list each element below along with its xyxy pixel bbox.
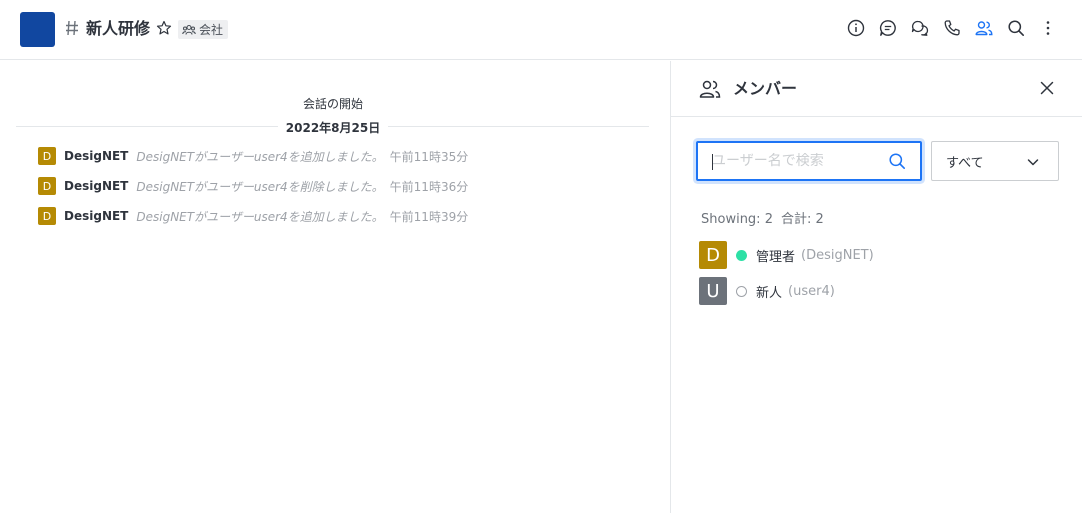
room-avatar[interactable]	[20, 12, 55, 47]
members-button[interactable]	[974, 17, 994, 39]
message-list[interactable]: 会話の開始 2022年8月25日 D DesigNET DesigNETがユーザ…	[0, 61, 670, 513]
close-icon	[1040, 81, 1054, 95]
member-avatar[interactable]: D	[699, 241, 727, 269]
message-text: DesigNETがユーザーuser4を削除しました。	[136, 179, 384, 194]
header-toolbar	[846, 17, 1058, 39]
members-icon	[699, 80, 721, 98]
chevron-down-icon	[1027, 159, 1039, 166]
members-panel: メンバー すべて Showing: 2 合計: 2 D 管理者 (DesigNET…	[670, 61, 1082, 513]
message-username[interactable]: DesigNET	[64, 179, 128, 193]
message-username[interactable]: DesigNET	[64, 149, 128, 163]
message-text: DesigNETがユーザーuser4を追加しました。	[136, 149, 384, 164]
date-divider-label: 2022年8月25日	[0, 119, 666, 136]
member-search-input[interactable]	[712, 153, 882, 169]
discussion-icon	[911, 20, 929, 36]
status-filter-value: すべて	[946, 155, 984, 171]
member-username: (user4)	[788, 283, 835, 299]
discussion-button[interactable]	[910, 17, 930, 39]
team-icon	[182, 24, 196, 35]
message-avatar[interactable]: D	[38, 207, 56, 225]
threads-icon	[879, 20, 896, 36]
text-caret	[712, 154, 713, 170]
team-chip[interactable]: 会社	[178, 20, 229, 39]
info-icon	[847, 19, 865, 37]
member-name: 新人	[756, 285, 783, 301]
message-time: 午前11時39分	[389, 209, 469, 224]
call-button[interactable]	[942, 17, 962, 39]
favorite-star-icon[interactable]	[156, 20, 172, 36]
members-panel-title: メンバー	[733, 79, 798, 98]
room-title: 新人研修	[86, 19, 151, 38]
threads-button[interactable]	[878, 17, 898, 39]
status-filter-select[interactable]: すべて	[931, 141, 1059, 181]
system-message[interactable]: D DesigNET DesigNETがユーザーuser4を削除しました。 午前…	[38, 177, 468, 195]
message-avatar[interactable]: D	[38, 177, 56, 195]
search-icon	[1008, 20, 1024, 36]
team-label: 会社	[199, 23, 224, 37]
total-count: 合計: 2	[780, 212, 824, 227]
status-offline-icon	[736, 285, 747, 297]
status-online-icon	[736, 249, 747, 261]
message-avatar[interactable]: D	[38, 147, 56, 165]
member-avatar[interactable]: U	[699, 277, 727, 305]
search-icon[interactable]	[888, 152, 906, 170]
message-time: 午前11時35分	[389, 149, 469, 164]
member-search-box[interactable]	[696, 141, 922, 181]
member-item[interactable]: D 管理者 (DesigNET)	[699, 241, 874, 269]
system-message[interactable]: D DesigNET DesigNETがユーザーuser4を追加しました。 午前…	[38, 207, 468, 225]
system-message[interactable]: D DesigNET DesigNETがユーザーuser4を追加しました。 午前…	[38, 147, 468, 165]
members-panel-header: メンバー	[671, 61, 1082, 117]
kebab-menu-icon	[1046, 21, 1050, 35]
member-count: Showing: 2 合計: 2	[701, 208, 832, 227]
message-text: DesigNETがユーザーuser4を追加しました。	[136, 209, 384, 224]
member-item[interactable]: U 新人 (user4)	[699, 277, 835, 305]
room-header: 新人研修 会社	[0, 0, 1082, 60]
close-panel-button[interactable]	[1037, 78, 1057, 98]
showing-count: Showing: 2	[701, 212, 773, 227]
search-messages-button[interactable]	[1006, 17, 1026, 39]
members-icon	[975, 21, 993, 36]
kebab-menu-button[interactable]	[1038, 17, 1058, 39]
hash-icon	[66, 20, 78, 36]
message-time: 午前11時36分	[389, 179, 469, 194]
member-username: (DesigNET)	[801, 247, 874, 263]
phone-icon	[944, 20, 960, 36]
message-username[interactable]: DesigNET	[64, 209, 128, 223]
conversation-start-label: 会話の開始	[302, 97, 363, 111]
room-info-button[interactable]	[846, 17, 866, 39]
member-name: 管理者	[756, 249, 796, 265]
